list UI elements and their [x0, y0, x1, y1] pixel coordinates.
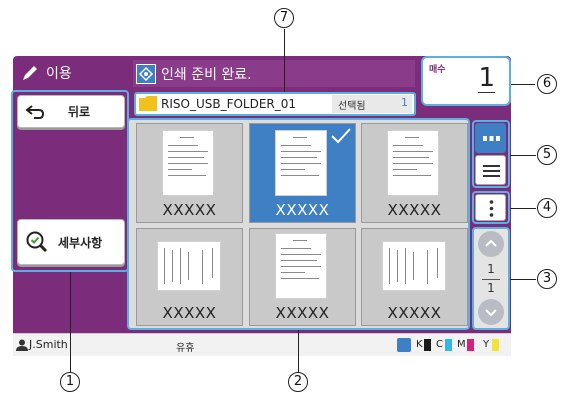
- copies-label: 매수: [429, 65, 446, 75]
- list-view-icon: [483, 165, 500, 177]
- checkmark-icon: [331, 128, 351, 144]
- details-button[interactable]: 세부사항: [17, 219, 125, 265]
- refresh-icon: [397, 338, 411, 352]
- page-up-button[interactable]: [478, 231, 504, 257]
- callout-5: 5: [537, 145, 557, 165]
- folder-name: RISO_USB_FOLDER_01: [161, 97, 297, 111]
- ink-m-label: M: [457, 339, 466, 350]
- thumbnail-item[interactable]: XXXXX: [361, 123, 468, 223]
- back-arrow-icon: [25, 104, 45, 119]
- selected-label: 선택됨: [338, 101, 366, 112]
- page-preview: [275, 233, 327, 299]
- folder-icon: [139, 96, 157, 111]
- status-message: 인쇄 준비 완료.: [161, 66, 252, 83]
- callout-7: 7: [274, 8, 294, 28]
- ink-m-level: [467, 339, 474, 351]
- page-current: 1: [487, 262, 495, 276]
- page-preview: [387, 130, 439, 196]
- thumbnail-name: XXXXX: [275, 201, 330, 219]
- thumbnail-name: XXXXX: [162, 304, 217, 322]
- callout-1-line: [70, 272, 71, 372]
- callout-1: 1: [60, 372, 80, 392]
- thumbnail-view-button[interactable]: [475, 123, 506, 153]
- magnifier-check-icon: [26, 231, 48, 253]
- thumbnail-item[interactable]: XXXXX: [136, 228, 243, 326]
- page-preview: [275, 130, 327, 196]
- folder-bar[interactable]: RISO_USB_FOLDER_01 선택됨 1: [134, 92, 416, 116]
- thumbnail-name: XXXXX: [387, 304, 442, 322]
- back-label: 뒤로: [68, 105, 91, 119]
- chevron-up-icon: [485, 239, 497, 247]
- ink-y-label: Y: [483, 339, 490, 350]
- callout-7-line: [284, 29, 285, 92]
- mode-tab[interactable]: 이용: [16, 58, 124, 88]
- callout-5-line: [510, 155, 536, 156]
- thumbnail-item[interactable]: XXXXX: [249, 228, 356, 326]
- callout-3-line: [510, 279, 536, 280]
- thumbnail-name: XXXXX: [275, 304, 330, 322]
- ink-c-label: C: [436, 339, 443, 350]
- callout-6-line: [511, 84, 535, 85]
- footer: J.Smith 유휴 K C M Y: [13, 333, 511, 356]
- page-preview: [162, 130, 214, 196]
- page-preview: [382, 241, 446, 291]
- callout-2-line: [298, 330, 299, 372]
- list-view-button[interactable]: [475, 155, 506, 185]
- more-menu-button[interactable]: [475, 194, 506, 221]
- thumbnail-item[interactable]: XXXXX: [361, 228, 468, 326]
- page-total: 1: [487, 281, 495, 295]
- selected-box: 선택됨 1: [332, 95, 412, 113]
- thumbnail-name: XXXXX: [162, 201, 217, 219]
- callout-3: 3: [537, 269, 557, 289]
- back-button[interactable]: 뒤로: [17, 95, 125, 128]
- chevron-down-icon: [485, 309, 497, 317]
- ink-c-level: [445, 339, 452, 351]
- copies-value: 1: [478, 63, 495, 93]
- user-name: J.Smith: [29, 338, 68, 351]
- details-label: 세부사항: [58, 235, 103, 250]
- callout-4: 4: [537, 198, 557, 218]
- user-icon: [16, 339, 28, 351]
- callout-6: 6: [537, 74, 557, 94]
- ink-k-label: K: [416, 339, 423, 350]
- copies-box[interactable]: 매수 1: [421, 56, 511, 106]
- thumbnail-item[interactable]: XXXXX: [249, 123, 356, 223]
- selected-count: 1: [401, 96, 408, 109]
- page-down-button[interactable]: [478, 299, 504, 325]
- thumbnail-item[interactable]: XXXXX: [136, 123, 243, 223]
- mode-label: 이용: [46, 66, 72, 82]
- ink-y-level: [492, 339, 499, 351]
- grid-view-icon: [483, 136, 500, 141]
- ink-k-level: [424, 339, 431, 351]
- page-preview: [157, 241, 221, 291]
- callout-4-line: [510, 208, 536, 209]
- pencil-icon: [23, 66, 37, 80]
- machine-status: 유휴: [176, 343, 195, 354]
- thumbnail-name: XXXXX: [387, 201, 442, 219]
- status-icon: [136, 63, 156, 84]
- status-bar: 인쇄 준비 완료.: [133, 60, 415, 87]
- more-vertical-icon: [489, 200, 494, 217]
- page-divider: [482, 279, 500, 280]
- callout-2: 2: [288, 372, 308, 392]
